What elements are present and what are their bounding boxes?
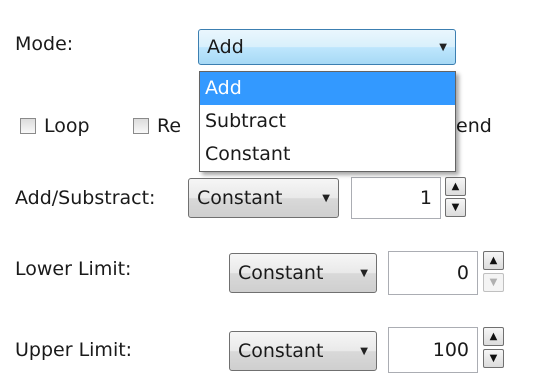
add-subtract-value: 1 bbox=[419, 187, 432, 209]
upper-limit-value-input[interactable]: 100 bbox=[388, 327, 478, 373]
lower-limit-label: Lower Limit: bbox=[15, 258, 132, 280]
mode-option-constant[interactable]: Constant bbox=[200, 138, 455, 171]
mode-combobox[interactable]: Add ▼ bbox=[198, 29, 456, 65]
mode-dropdown-list: Add Subtract Constant bbox=[199, 71, 456, 172]
mode-option-subtract[interactable]: Subtract bbox=[200, 105, 455, 138]
chevron-down-icon: ▼ bbox=[322, 192, 330, 204]
upper-limit-label: Upper Limit: bbox=[15, 339, 133, 361]
lower-limit-value: 0 bbox=[456, 262, 469, 284]
lower-limit-decrement-button[interactable]: ▼ bbox=[483, 273, 504, 292]
upper-limit-type-combobox[interactable]: Constant ▼ bbox=[229, 331, 377, 371]
arrow-up-icon: ▲ bbox=[451, 181, 460, 192]
arrow-up-icon: ▲ bbox=[489, 331, 498, 342]
loop-checkbox[interactable] bbox=[20, 118, 36, 134]
add-subtract-value-input[interactable]: 1 bbox=[351, 177, 441, 219]
arrow-down-icon: ▼ bbox=[489, 277, 498, 288]
lower-limit-type-value: Constant bbox=[238, 262, 324, 284]
lower-limit-increment-button[interactable]: ▲ bbox=[483, 251, 504, 270]
reverse-checkbox[interactable] bbox=[133, 118, 149, 134]
add-subtract-increment-button[interactable]: ▲ bbox=[445, 177, 466, 196]
add-subtract-decrement-button[interactable]: ▼ bbox=[445, 198, 466, 217]
arrow-down-icon: ▼ bbox=[451, 202, 460, 213]
loop-option[interactable]: Loop bbox=[20, 115, 90, 137]
upper-limit-increment-button[interactable]: ▲ bbox=[483, 327, 504, 346]
chevron-down-icon: ▼ bbox=[360, 345, 368, 357]
add-subtract-label: Add/Substract: bbox=[15, 187, 156, 209]
upper-limit-type-value: Constant bbox=[238, 340, 324, 362]
chevron-down-icon: ▼ bbox=[439, 41, 447, 53]
reverse-option[interactable]: Re bbox=[133, 115, 181, 137]
mode-label: Mode: bbox=[15, 33, 74, 55]
chevron-down-icon: ▼ bbox=[360, 267, 368, 279]
upper-limit-value: 100 bbox=[432, 339, 469, 361]
add-subtract-type-combobox[interactable]: Constant ▼ bbox=[188, 178, 339, 218]
arrow-up-icon: ▲ bbox=[489, 255, 498, 266]
mode-combobox-value: Add bbox=[207, 36, 244, 58]
reverse-checkbox-label: Re bbox=[157, 115, 182, 137]
lower-limit-type-combobox[interactable]: Constant ▼ bbox=[229, 253, 377, 293]
mode-option-add[interactable]: Add bbox=[200, 72, 455, 105]
arrow-down-icon: ▼ bbox=[489, 353, 498, 364]
loop-checkbox-label: Loop bbox=[44, 115, 90, 137]
upper-limit-decrement-button[interactable]: ▼ bbox=[483, 349, 504, 368]
third-checkbox-label: end bbox=[456, 115, 492, 137]
add-subtract-type-value: Constant bbox=[197, 187, 283, 209]
lower-limit-value-input[interactable]: 0 bbox=[388, 251, 478, 295]
